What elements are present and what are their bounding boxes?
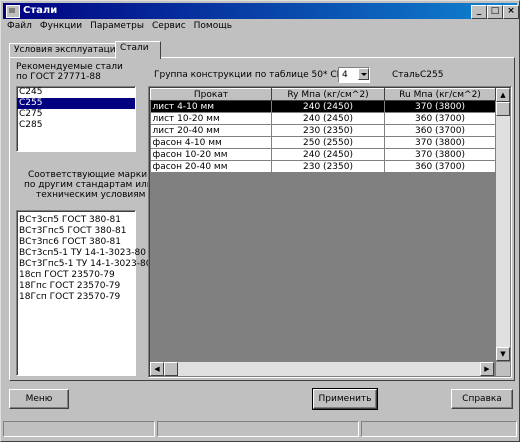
app-window: Стали _ □ × Файл Функции Параметры Сервис По… <box>0 0 520 442</box>
group-select-value: 4 <box>342 70 348 80</box>
cell-ru[interactable]: 370 (3800) <box>384 100 496 113</box>
scroll-down-arrow-icon[interactable]: ▼ <box>496 347 510 361</box>
cell-ru[interactable]: 370 (3800) <box>384 148 496 161</box>
list-item[interactable]: ВСт3пс6 ГОСТ 380-81 <box>17 237 135 248</box>
help-button[interactable]: Справка <box>451 389 513 409</box>
cell-prokat[interactable]: лист 20-40 мм <box>150 124 272 137</box>
menu-service[interactable]: Сервис <box>148 20 190 32</box>
scroll-left-arrow-icon[interactable]: ◀ <box>150 362 164 376</box>
list-item[interactable]: ВСт3Гпс5 ГОСТ 380-81 <box>17 226 135 237</box>
vertical-scrollbar[interactable]: ▲ ▼ <box>496 88 510 361</box>
list-item[interactable]: 18Гсп ГОСТ 23570-79 <box>17 292 135 303</box>
menu-button[interactable]: Меню <box>9 389 69 409</box>
properties-grid[interactable]: Прокат Ry Мпа (кг/см^2) Ru Мпа (кг/см^2)… <box>148 86 512 378</box>
table-row[interactable]: лист 20-40 мм 230 (2350) 360 (3700) <box>150 124 496 137</box>
table-row[interactable]: фасон 20-40 мм 230 (2350) 360 (3700) <box>150 160 496 173</box>
title-bar[interactable]: Стали _ □ × <box>3 3 519 19</box>
column-header-ru[interactable]: Ru Мпа (кг/см^2) <box>384 88 496 101</box>
menu-parameters[interactable]: Параметры <box>86 20 148 32</box>
scroll-right-arrow-icon[interactable]: ▶ <box>480 362 494 376</box>
cell-ry[interactable]: 240 (2450) <box>271 148 385 161</box>
equivalents-label-line3: техническим условиям <box>36 190 146 200</box>
menu-help[interactable]: Помощь <box>190 20 236 32</box>
cell-prokat[interactable]: фасон 20-40 мм <box>150 160 272 173</box>
cell-ru[interactable]: 360 (3700) <box>384 160 496 173</box>
status-panel <box>157 421 359 437</box>
window-title: Стали <box>23 5 58 16</box>
table-row-selected[interactable]: лист 4-10 мм 240 (2450) 370 (3800) <box>150 100 496 113</box>
apply-button[interactable]: Применить <box>312 388 378 410</box>
cell-prokat[interactable]: фасон 10-20 мм <box>150 148 272 161</box>
cell-ry[interactable]: 240 (2450) <box>271 112 385 125</box>
list-item[interactable]: ВСт3сп5 ГОСТ 380-81 <box>17 215 135 226</box>
maximize-button[interactable]: □ <box>487 5 503 19</box>
column-header-ry[interactable]: Ry Мпа (кг/см^2) <box>271 88 385 101</box>
properties-table: Прокат Ry Мпа (кг/см^2) Ru Мпа (кг/см^2)… <box>150 88 496 173</box>
recommended-steels-list[interactable]: С245 С255 С275 С285 <box>16 86 136 152</box>
table-row[interactable]: фасон 10-20 мм 240 (2450) 370 (3800) <box>150 148 496 161</box>
list-item[interactable]: 18сп ГОСТ 23570-79 <box>17 270 135 281</box>
horizontal-scrollbar[interactable]: ◀ ▶ <box>150 362 494 376</box>
cell-prokat[interactable]: фасон 4-10 мм <box>150 136 272 149</box>
vertical-scroll-thumb[interactable] <box>496 102 510 116</box>
cell-ry[interactable]: 230 (2350) <box>271 124 385 137</box>
steel-value: С255 <box>420 70 444 80</box>
column-header-prokat[interactable]: Прокат <box>150 88 272 101</box>
list-item[interactable]: ВСт3Гпс5-1 ТУ 14-1-3023-80 <box>17 259 151 270</box>
list-item[interactable]: 18Гпс ГОСТ 23570-79 <box>17 281 135 292</box>
chevron-down-icon[interactable] <box>358 68 369 80</box>
cell-prokat[interactable]: лист 4-10 мм <box>150 100 272 113</box>
cell-ru[interactable]: 370 (3800) <box>384 136 496 149</box>
group-select[interactable]: 4 <box>338 67 370 83</box>
tab-steels[interactable]: Стали <box>115 41 161 59</box>
steel-label: Сталь <box>392 70 421 80</box>
scroll-up-arrow-icon[interactable]: ▲ <box>496 88 510 102</box>
table-row[interactable]: фасон 4-10 мм 250 (2550) 370 (3800) <box>150 136 496 149</box>
list-item[interactable]: С245 <box>17 87 135 98</box>
cell-ry[interactable]: 240 (2450) <box>271 100 385 113</box>
table-row[interactable]: лист 10-20 мм 240 (2450) 360 (3700) <box>150 112 496 125</box>
status-panel <box>3 421 155 437</box>
list-item[interactable]: ВСт3сп5-1 ТУ 14-1-3023-80 <box>17 248 146 259</box>
menu-functions[interactable]: Функции <box>36 20 86 32</box>
menu-file[interactable]: Файл <box>3 20 36 32</box>
cell-ru[interactable]: 360 (3700) <box>384 124 496 137</box>
equivalents-label-line1: Соответствующие марки <box>28 170 148 180</box>
list-item-selected[interactable]: С255 <box>17 98 135 109</box>
equivalent-grades-list[interactable]: ВСт3сп5 ГОСТ 380-81 ВСт3Гпс5 ГОСТ 380-81… <box>16 210 151 376</box>
equivalents-label-line2: по другим стандартам или <box>24 180 153 190</box>
minimize-button[interactable]: _ <box>471 5 487 19</box>
cell-prokat[interactable]: лист 10-20 мм <box>150 112 272 125</box>
recommended-label-line1: Рекомендуемые стали <box>16 62 123 72</box>
scrollbar-corner <box>496 362 510 376</box>
group-label: Группа конструкции по таблице 50* СНиП <box>154 70 357 80</box>
steels-panel: Рекомендуемые стали по ГОСТ 27771-88 С24… <box>9 57 515 381</box>
app-icon[interactable] <box>6 5 20 18</box>
cell-ry[interactable]: 250 (2550) <box>271 136 385 149</box>
recommended-label-line2: по ГОСТ 27771-88 <box>16 72 101 82</box>
close-button[interactable]: × <box>503 5 519 19</box>
cell-ry[interactable]: 230 (2350) <box>271 160 385 173</box>
cell-ru[interactable]: 360 (3700) <box>384 112 496 125</box>
horizontal-scroll-thumb[interactable] <box>164 362 178 376</box>
list-item[interactable]: С285 <box>17 120 135 131</box>
status-bar <box>3 419 517 437</box>
menu-bar: Файл Функции Параметры Сервис Помощь <box>3 20 517 36</box>
list-item[interactable]: С275 <box>17 109 135 120</box>
status-panel <box>361 421 517 437</box>
